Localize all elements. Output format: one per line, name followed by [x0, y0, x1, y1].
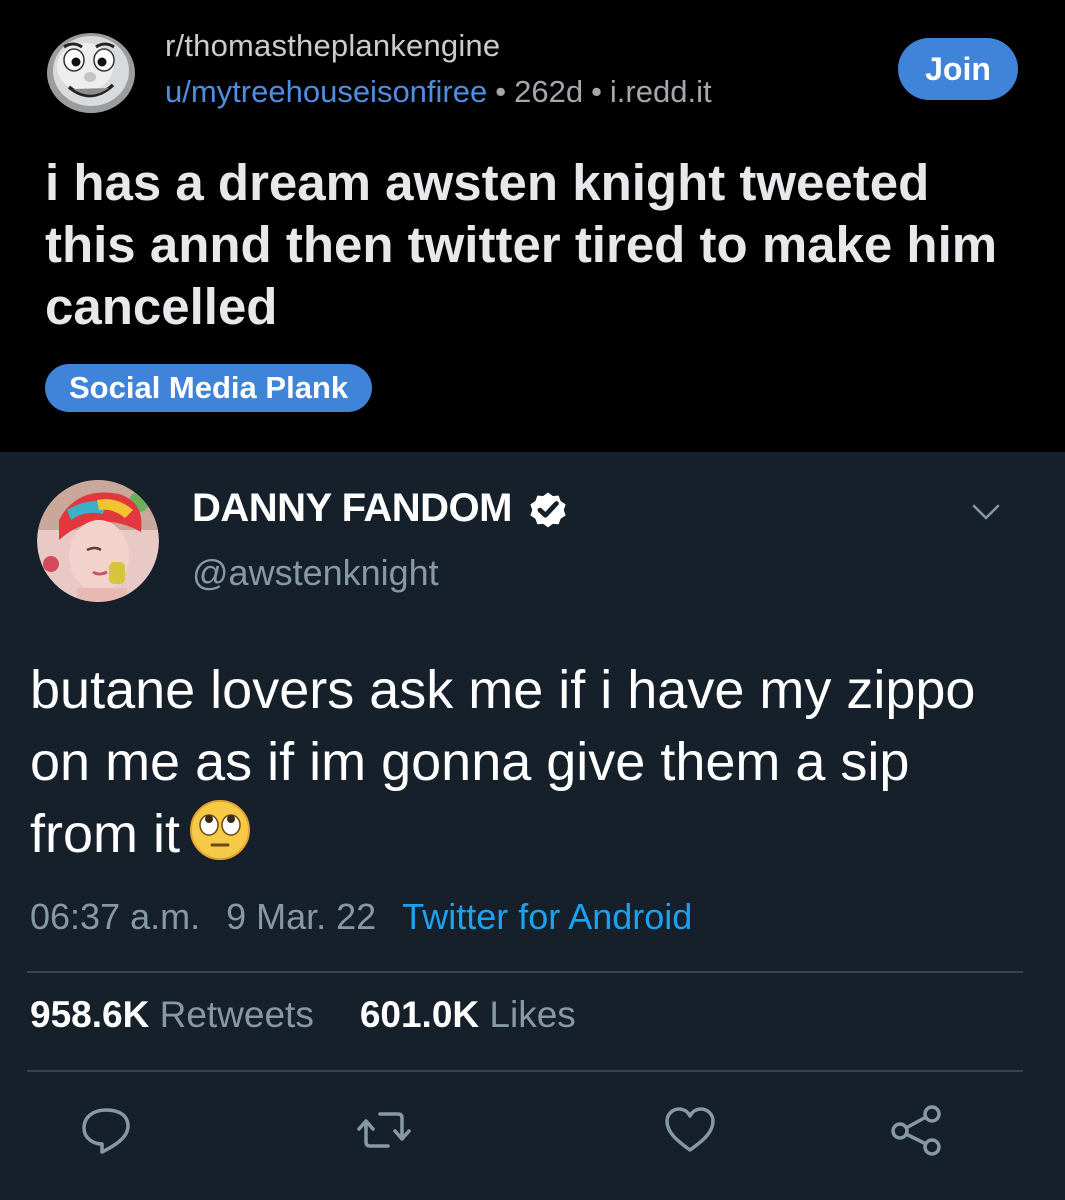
post-age: 262d	[514, 74, 584, 109]
heart-icon[interactable]	[662, 1102, 718, 1158]
subreddit-avatar[interactable]	[45, 27, 137, 115]
post-title[interactable]: i has a dream awsten knight tweeted this…	[45, 152, 1005, 338]
tweet-meta: 06:37 a.m. 9 Mar. 22 Twitter for Android	[30, 896, 692, 938]
reddit-post-header: r/thomastheplankengine u/mytreehouseison…	[0, 0, 1065, 452]
profile-avatar[interactable]	[37, 480, 159, 602]
tweet-body: butane lovers ask me if i have my zippo …	[30, 660, 976, 864]
subreddit-name[interactable]: r/thomastheplankengine	[165, 28, 500, 64]
tweet-date: 9 Mar. 22	[226, 896, 377, 937]
tweet-time: 06:37 a.m.	[30, 896, 201, 937]
tweet-card: DANNY FANDOM @awstenknight butane lovers…	[0, 452, 1065, 1200]
meta-separator: •	[591, 74, 602, 109]
divider	[27, 971, 1023, 973]
divider	[27, 1070, 1023, 1072]
reply-icon[interactable]	[78, 1102, 134, 1158]
screenshot: r/thomastheplankengine u/mytreehouseison…	[0, 0, 1065, 1200]
retweets-count[interactable]: 958.6K	[30, 994, 149, 1035]
author-link[interactable]: u/mytreehouseisonfiree	[165, 74, 487, 109]
post-meta: u/mytreehouseisonfiree • 262d • i.redd.it	[165, 74, 712, 110]
likes-count[interactable]: 601.0K	[360, 994, 479, 1035]
chevron-down-icon[interactable]	[968, 500, 1004, 524]
retweets-label[interactable]: Retweets	[160, 994, 314, 1035]
likes-label[interactable]: Likes	[489, 994, 575, 1035]
tweet-text: butane lovers ask me if i have my zippo …	[30, 654, 1010, 870]
display-name-row: DANNY FANDOM	[192, 486, 570, 531]
meta-separator: •	[495, 74, 507, 109]
post-flair[interactable]: Social Media Plank	[45, 364, 373, 412]
verified-badge-icon	[530, 492, 566, 527]
post-domain[interactable]: i.redd.it	[610, 74, 712, 109]
face-with-rolling-eyes-icon	[190, 800, 251, 860]
join-button[interactable]: Join	[898, 38, 1018, 100]
retweet-icon[interactable]	[356, 1102, 412, 1158]
tweet-source-link[interactable]: Twitter for Android	[402, 896, 692, 937]
user-handle[interactable]: @awstenknight	[192, 552, 439, 594]
thomas-face-icon	[47, 33, 135, 113]
share-icon[interactable]	[888, 1102, 944, 1158]
display-name[interactable]: DANNY FANDOM	[192, 486, 512, 531]
tweet-stats: 958.6K Retweets 601.0K Likes	[30, 994, 576, 1036]
